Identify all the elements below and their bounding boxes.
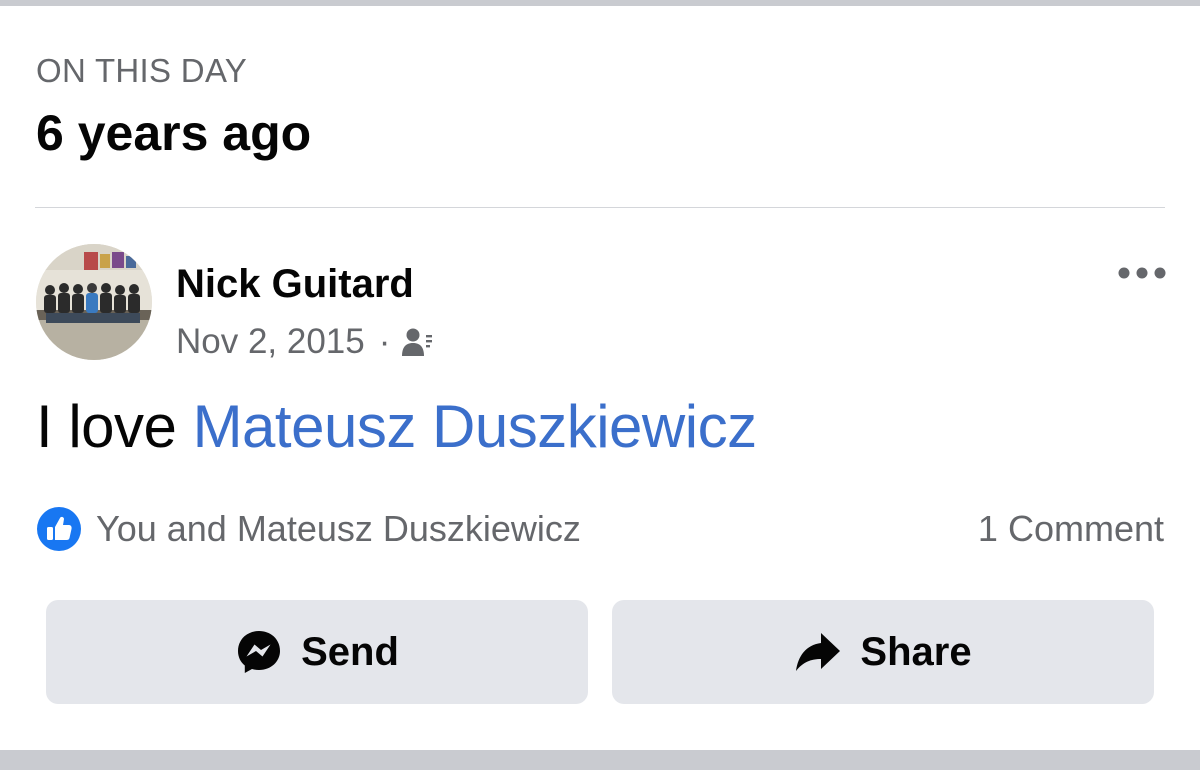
bottom-separator-bar xyxy=(0,750,1200,770)
author-avatar[interactable] xyxy=(36,244,152,360)
more-options-icon[interactable] xyxy=(1112,258,1172,288)
post-text: I love Mateusz Duszkiewicz xyxy=(36,392,757,461)
post-text-prefix: I love xyxy=(36,393,193,460)
send-button[interactable]: Send xyxy=(46,600,588,704)
friends-audience-icon[interactable] xyxy=(402,326,433,358)
share-label: Share xyxy=(860,629,972,674)
memory-eyebrow: ON THIS DAY xyxy=(36,52,248,89)
on-this-day-card: ON THIS DAY 6 years ago Nick Guitard Nov… xyxy=(0,0,1200,770)
meta-separator: · xyxy=(378,322,391,361)
share-button[interactable]: Share xyxy=(612,600,1154,704)
mention-link[interactable]: Mateusz Duszkiewicz xyxy=(193,393,758,460)
comment-count[interactable]: 1 Comment xyxy=(978,506,1164,552)
section-divider xyxy=(35,207,1165,208)
memory-headline: 6 years ago xyxy=(36,105,312,161)
avatar-photo xyxy=(36,244,152,360)
post-author-name[interactable]: Nick Guitard xyxy=(176,262,414,307)
share-arrow-icon xyxy=(796,633,841,671)
reactions-summary[interactable]: You and Mateusz Duszkiewicz xyxy=(36,506,581,552)
like-reaction-icon xyxy=(37,507,81,551)
post-meta: Nov 2, 2015 · xyxy=(176,320,433,364)
top-separator-bar xyxy=(0,0,1200,6)
send-label: Send xyxy=(301,629,399,674)
post-date[interactable]: Nov 2, 2015 xyxy=(176,322,365,362)
reactions-text: You and Mateusz Duszkiewicz xyxy=(96,508,581,549)
messenger-icon xyxy=(238,631,281,673)
